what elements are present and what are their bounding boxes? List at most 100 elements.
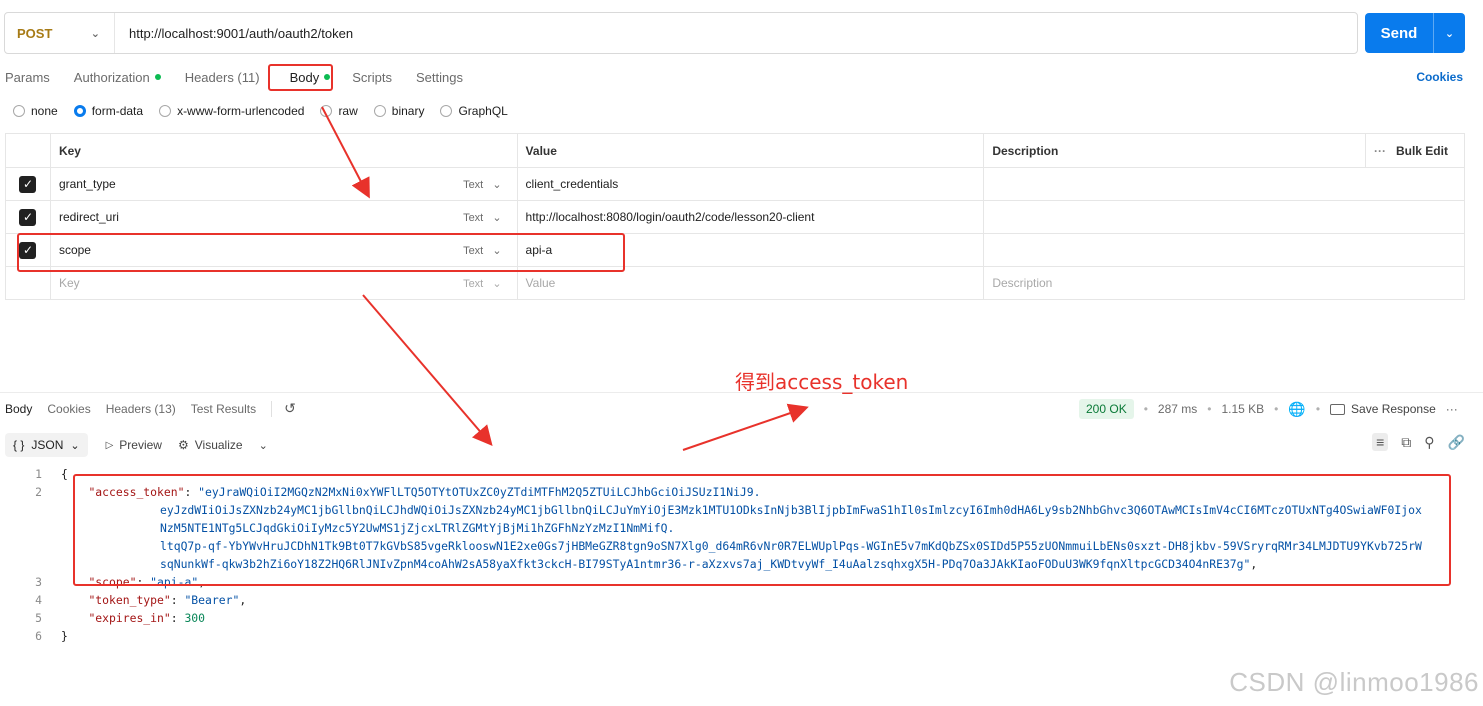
tab-settings[interactable]: Settings	[416, 70, 463, 85]
chevron-down-icon: ⌄	[492, 178, 502, 191]
radio-label: none	[31, 104, 58, 118]
save-response-label: Save Response	[1351, 402, 1436, 416]
link-icon[interactable]: 🔗	[1448, 434, 1465, 451]
format-select[interactable]: { } JSON ⌄	[5, 433, 88, 457]
chevron-down-icon: ⌄	[492, 211, 502, 224]
request-tabs: Params Authorization Headers (11) Body S…	[5, 66, 487, 88]
method-label: POST	[17, 25, 53, 41]
line-number: 2	[35, 485, 42, 499]
header-checkbox-cell	[5, 133, 51, 168]
response-size: 1.15 KB	[1221, 402, 1265, 416]
table-row: ✓ grant_type Text ⌄ client_credentials	[5, 167, 1465, 201]
access-token-annotation-box	[73, 474, 1451, 586]
visualize-button[interactable]: ⚙ Visualize ⌄	[178, 438, 268, 452]
radio-label: form-data	[91, 104, 144, 118]
wrap-lines-icon[interactable]: ≡	[1372, 433, 1389, 451]
row-value[interactable]: client_credentials	[516, 167, 985, 201]
radio-form-data[interactable]: form-data	[73, 104, 144, 118]
separator-dot: •	[1274, 402, 1279, 416]
tab-authorization[interactable]: Authorization	[74, 70, 161, 85]
line-number: 4	[35, 593, 42, 607]
code-line: 5 "expires_in": 300	[0, 609, 1483, 627]
format-label: JSON	[31, 438, 64, 452]
tab-params[interactable]: Params	[5, 70, 50, 85]
chevron-down-icon: ⌄	[90, 27, 100, 40]
json-key: "expires_in"	[88, 611, 171, 625]
response-toolbar: { } JSON ⌄ ▷ Preview ⚙ Visualize ⌄	[5, 432, 284, 458]
response-time: 287 ms	[1157, 402, 1198, 416]
url-input[interactable]	[115, 13, 1357, 53]
response-tab-headers[interactable]: Headers (13)	[106, 402, 176, 416]
row-key[interactable]: redirect_uri	[49, 200, 456, 234]
braces-icon: { }	[13, 438, 25, 452]
form-data-table: Key Value Description ··· Bulk Edit ✓ gra…	[5, 133, 1466, 300]
copy-icon[interactable]: ⧉	[1401, 434, 1411, 451]
line-number: 5	[35, 611, 42, 625]
new-description-input[interactable]: Description	[983, 266, 1465, 300]
row-checkbox[interactable]: ✓	[19, 175, 37, 193]
row-checkbox-cell: ✓	[5, 167, 51, 201]
method-select[interactable]: POST ⌄	[5, 13, 115, 53]
cookies-link[interactable]: Cookies	[1416, 70, 1463, 84]
response-tab-body[interactable]: Body	[5, 402, 32, 416]
separator-dot: •	[1315, 402, 1321, 416]
row-type-select[interactable]: Text ⌄	[455, 200, 518, 234]
code-line: 4 "token_type": "Bearer",	[0, 591, 1483, 609]
header-value: Value	[516, 133, 985, 168]
send-label: Send	[1380, 24, 1418, 42]
radio-label: x-www-form-urlencoded	[177, 104, 305, 118]
line-number: 1	[35, 467, 42, 481]
type-label: Text	[463, 178, 484, 191]
more-options-icon[interactable]: ···	[1446, 402, 1458, 416]
type-label: Text	[463, 211, 484, 224]
save-response-button[interactable]: Save Response	[1330, 402, 1436, 416]
separator-dot: •	[1207, 402, 1212, 416]
url-bar: POST ⌄	[4, 12, 1358, 54]
status-dot-icon	[154, 74, 161, 80]
history-icon[interactable]: ↺	[284, 400, 296, 417]
preview-button[interactable]: ▷ Preview	[106, 438, 162, 452]
scope-row-annotation-box	[17, 233, 625, 272]
tab-label: Headers (11)	[184, 69, 260, 85]
response-tab-cookies[interactable]: Cookies	[47, 402, 90, 416]
code-text: "token_type": "Bearer",	[88, 593, 247, 607]
more-dots-icon: ···	[1373, 143, 1386, 158]
tab-headers[interactable]: Headers (11)	[185, 70, 260, 85]
search-icon[interactable]: ⚲	[1424, 434, 1434, 451]
row-value[interactable]: http://localhost:8080/login/oauth2/code/…	[516, 200, 985, 234]
radio-label: raw	[338, 104, 358, 118]
code-text: }	[61, 629, 68, 643]
chevron-down-icon[interactable]: ⌄	[259, 439, 268, 452]
bulk-edit-button[interactable]: ··· Bulk Edit	[1364, 133, 1466, 168]
save-icon	[1330, 403, 1346, 415]
response-tabs: Body Cookies Headers (13) Test Results ↺	[5, 400, 296, 417]
globe-icon[interactable]: 🌐	[1288, 401, 1305, 418]
radio-x-www-form-urlencoded[interactable]: x-www-form-urlencoded	[159, 104, 304, 118]
row-description[interactable]	[983, 167, 1465, 201]
response-tab-test-results[interactable]: Test Results	[191, 402, 256, 416]
visualize-icon: ⚙	[177, 438, 189, 452]
radio-raw[interactable]: raw	[320, 104, 358, 118]
row-checkbox[interactable]: ✓	[19, 208, 37, 226]
table-header-row: Key Value Description ··· Bulk Edit	[5, 133, 1466, 168]
send-dropdown-chevron-icon[interactable]: ⌄	[1434, 27, 1465, 40]
tab-scripts[interactable]: Scripts	[352, 70, 392, 85]
play-icon: ▷	[105, 439, 114, 451]
type-label: Text	[463, 277, 484, 290]
radio-graphql[interactable]: GraphQL	[440, 104, 508, 118]
radio-binary[interactable]: binary	[373, 104, 424, 118]
body-type-radios: none form-data x-www-form-urlencoded raw…	[13, 104, 524, 118]
send-button[interactable]: Send ⌄	[1365, 13, 1465, 53]
row-key[interactable]: grant_type	[49, 167, 456, 201]
row-description[interactable]	[983, 200, 1465, 234]
watermark: CSDN @linmoo1986	[1229, 667, 1479, 697]
response-status-bar: 200 OK • 287 ms • 1.15 KB • 🌐 • Save Res…	[1079, 399, 1458, 419]
row-type-select[interactable]: Text ⌄	[455, 167, 518, 201]
line-number: 3	[35, 575, 42, 589]
row-description[interactable]	[983, 233, 1465, 267]
radio-none[interactable]: none	[13, 104, 58, 118]
status-badge: 200 OK	[1079, 399, 1134, 419]
radio-circle	[440, 105, 453, 117]
radio-circle	[159, 105, 172, 117]
tab-label: Scripts	[352, 69, 392, 85]
